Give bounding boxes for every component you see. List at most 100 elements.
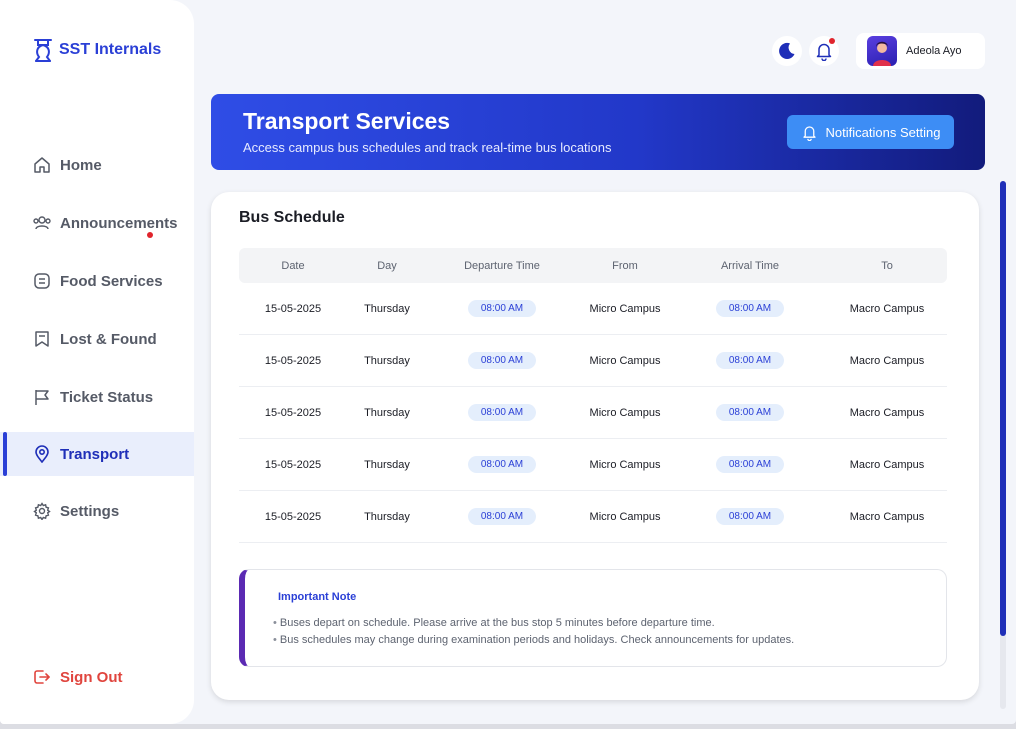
cell-to: Macro Campus [849, 510, 925, 523]
app-window: SST Internals Home Announcements Food Se… [0, 0, 1016, 724]
departure-time-badge: 08:00 AM [467, 508, 537, 525]
sign-out-label: Sign Out [60, 668, 123, 686]
sidebar-item-label: Lost & Found [60, 330, 157, 348]
table-row: 15-05-2025 Thursday 08:00 AM Micro Campu… [239, 439, 947, 491]
cell-from: Micro Campus [589, 354, 661, 367]
sidebar-item-label: Food Services [60, 272, 163, 290]
cell-date: 15-05-2025 [264, 406, 322, 419]
note-item: Buses depart on schedule. Please arrive … [273, 615, 794, 632]
notification-dot [829, 38, 835, 44]
note-list: Buses depart on schedule. Please arrive … [273, 615, 794, 649]
table-header: Date Day Departure Time From Arrival Tim… [239, 248, 947, 283]
column-header-date: Date [281, 259, 305, 272]
cell-from: Micro Campus [589, 406, 661, 419]
column-header-arrival-time: Arrival Time [720, 259, 780, 272]
cell-date: 15-05-2025 [264, 302, 322, 315]
notifications-setting-button[interactable]: Notifications Setting [787, 115, 954, 149]
cell-arrival: 08:00 AM [673, 352, 827, 369]
cell-to: Macro Campus [849, 406, 925, 419]
user-name: Adeola Ayo [906, 45, 962, 57]
sidebar-item-label: Ticket Status [60, 388, 154, 406]
note-item: Bus schedules may change during examinat… [273, 632, 794, 649]
sidebar-item-label: Home [60, 156, 102, 174]
sidebar-item-label: Transport [60, 445, 130, 463]
cell-departure: 08:00 AM [427, 404, 577, 421]
cell-day: Thursday [364, 406, 410, 419]
note-title: Important Note [278, 591, 357, 603]
notifications-button[interactable] [809, 36, 839, 66]
page-title: Transport Services [243, 108, 451, 134]
section-title: Bus Schedule [239, 209, 345, 226]
logout-icon [34, 670, 50, 684]
table-row: 15-05-2025 Thursday 08:00 AM Micro Campu… [239, 335, 947, 387]
cell-date: 15-05-2025 [264, 510, 322, 523]
cell-from: Micro Campus [589, 458, 661, 471]
column-header-day: Day [377, 259, 397, 272]
sidebar-item-label: Settings [60, 502, 120, 520]
menu-list-icon [34, 273, 50, 289]
bell-icon [802, 125, 816, 141]
cell-arrival: 08:00 AM [673, 508, 827, 525]
table-row: 15-05-2025 Thursday 08:00 AM Micro Campu… [239, 491, 947, 543]
sign-out-button[interactable]: Sign Out [0, 655, 194, 699]
theme-toggle-button[interactable] [772, 36, 802, 66]
notifications-setting-label: Notifications Setting [825, 124, 941, 140]
arrival-time-badge: 08:00 AM [715, 352, 785, 369]
logo-icon [34, 39, 52, 62]
scrollbar-thumb[interactable] [1000, 181, 1006, 636]
cell-to: Macro Campus [849, 354, 925, 367]
cell-date: 15-05-2025 [264, 458, 322, 471]
brand-logo[interactable]: SST Internals [33, 37, 161, 63]
cell-from: Micro Campus [589, 302, 661, 315]
page-header-banner: Transport Services Access campus bus sch… [211, 94, 985, 170]
sidebar-item-label: Announcements [60, 214, 178, 232]
cell-departure: 08:00 AM [427, 300, 577, 317]
unread-dot [147, 232, 153, 238]
home-icon [34, 157, 50, 173]
bookmark-icon [35, 331, 49, 347]
moon-icon [779, 42, 795, 59]
bell-icon [816, 43, 832, 61]
cell-departure: 08:00 AM [427, 456, 577, 473]
sidebar: SST Internals Home Announcements Food Se… [0, 0, 194, 724]
arrival-time-badge: 08:00 AM [715, 300, 785, 317]
location-pin-icon [35, 445, 49, 463]
brand-name: SST Internals [59, 41, 162, 58]
avatar [867, 36, 897, 66]
table-row: 15-05-2025 Thursday 08:00 AM Micro Campu… [239, 283, 947, 335]
sidebar-item-transport[interactable]: Transport [0, 432, 194, 476]
bus-schedule-table: Date Day Departure Time From Arrival Tim… [239, 248, 947, 543]
cell-arrival: 08:00 AM [673, 404, 827, 421]
users-icon [33, 216, 51, 230]
cell-departure: 08:00 AM [427, 508, 577, 525]
cell-date: 15-05-2025 [264, 354, 322, 367]
cell-arrival: 08:00 AM [673, 300, 827, 317]
departure-time-badge: 08:00 AM [467, 352, 537, 369]
sidebar-item-food-services[interactable]: Food Services [0, 259, 194, 303]
sidebar-item-home[interactable]: Home [0, 143, 194, 187]
sidebar-item-settings[interactable]: Settings [0, 489, 194, 533]
cell-from: Micro Campus [589, 510, 661, 523]
user-profile-chip[interactable]: Adeola Ayo [856, 33, 985, 69]
cell-day: Thursday [364, 510, 410, 523]
cell-to: Macro Campus [849, 458, 925, 471]
column-header-from: From [612, 259, 638, 272]
cell-day: Thursday [364, 458, 410, 471]
sidebar-item-announcements[interactable]: Announcements [0, 201, 194, 245]
table-row: 15-05-2025 Thursday 08:00 AM Micro Campu… [239, 387, 947, 439]
sidebar-item-lost-found[interactable]: Lost & Found [0, 317, 194, 361]
cell-departure: 08:00 AM [427, 352, 577, 369]
arrival-time-badge: 08:00 AM [715, 404, 785, 421]
gear-icon [33, 502, 51, 520]
arrival-time-badge: 08:00 AM [715, 456, 785, 473]
cell-day: Thursday [364, 354, 410, 367]
flag-icon [35, 390, 49, 405]
departure-time-badge: 08:00 AM [467, 300, 537, 317]
cell-to: Macro Campus [849, 302, 925, 315]
important-note-box: Important Note Buses depart on schedule.… [239, 569, 947, 667]
departure-time-badge: 08:00 AM [467, 456, 537, 473]
column-header-departure-time: Departure Time [464, 259, 540, 272]
scrollbar[interactable] [1000, 181, 1006, 709]
sidebar-item-ticket-status[interactable]: Ticket Status [0, 375, 194, 419]
departure-time-badge: 08:00 AM [467, 404, 537, 421]
